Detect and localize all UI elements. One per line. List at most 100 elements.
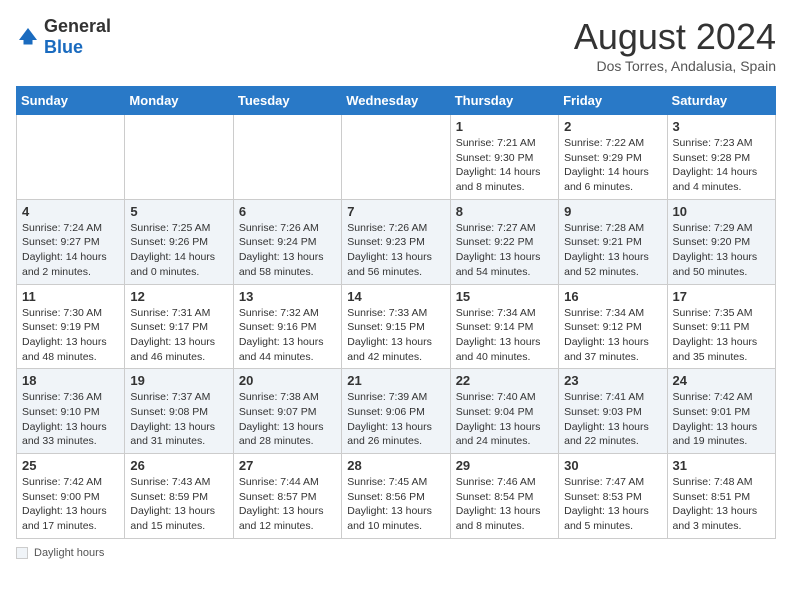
day-info: Sunrise: 7:22 AM Sunset: 9:29 PM Dayligh… [564, 136, 661, 195]
calendar-cell: 18Sunrise: 7:36 AM Sunset: 9:10 PM Dayli… [17, 369, 125, 454]
day-info: Sunrise: 7:29 AM Sunset: 9:20 PM Dayligh… [673, 221, 770, 280]
calendar-cell: 24Sunrise: 7:42 AM Sunset: 9:01 PM Dayli… [667, 369, 775, 454]
calendar-cell: 12Sunrise: 7:31 AM Sunset: 9:17 PM Dayli… [125, 284, 233, 369]
dow-header-cell: Thursday [450, 87, 558, 115]
day-number: 21 [347, 373, 444, 388]
logo-general-text: General [44, 16, 111, 36]
day-info: Sunrise: 7:27 AM Sunset: 9:22 PM Dayligh… [456, 221, 553, 280]
day-info: Sunrise: 7:28 AM Sunset: 9:21 PM Dayligh… [564, 221, 661, 280]
day-number: 27 [239, 458, 336, 473]
days-of-week-header: SundayMondayTuesdayWednesdayThursdayFrid… [17, 87, 776, 115]
calendar-cell: 6 Sunrise: 7:26 AM Sunset: 9:24 PM Daylig… [233, 199, 341, 284]
day-number: 5 [130, 204, 227, 219]
calendar-cell: 13 Sunrise: 7:32 AM Sunset: 9:16 PM Dayli… [233, 284, 341, 369]
day-info: Sunrise: 7:26 AM Sunset: 9:24 PM Dayligh… [239, 221, 336, 280]
day-number: 19 [130, 373, 227, 388]
day-info: Sunrise: 7:24 AM Sunset: 9:27 PM Dayligh… [22, 221, 119, 280]
day-info: Sunrise: 7:34 AM Sunset: 9:14 PM Dayligh… [456, 306, 553, 365]
calendar-cell: 20 Sunrise: 7:38 AM Sunset: 9:07 PM Dayli… [233, 369, 341, 454]
calendar-cell: 23 Sunrise: 7:41 AM Sunset: 9:03 PM Dayli… [559, 369, 667, 454]
day-number: 28 [347, 458, 444, 473]
month-year-title: August 2024 [574, 16, 776, 58]
day-number: 4 [22, 204, 119, 219]
day-number: 17 [673, 289, 770, 304]
calendar-cell: 8 Sunrise: 7:27 AM Sunset: 9:22 PM Daylig… [450, 199, 558, 284]
calendar-cell: 14 Sunrise: 7:33 AM Sunset: 9:15 PM Dayli… [342, 284, 450, 369]
calendar-table: SundayMondayTuesdayWednesdayThursdayFrid… [16, 86, 776, 539]
location-subtitle: Dos Torres, Andalusia, Spain [574, 58, 776, 74]
logo-blue-text: Blue [44, 37, 83, 57]
dow-header-cell: Tuesday [233, 87, 341, 115]
calendar-cell [233, 115, 341, 200]
calendar-body: 1Sunrise: 7:21 AM Sunset: 9:30 PM Daylig… [17, 115, 776, 539]
calendar-cell: 25 Sunrise: 7:42 AM Sunset: 9:00 PM Dayli… [17, 454, 125, 539]
calendar-cell: 26Sunrise: 7:43 AM Sunset: 8:59 PM Dayli… [125, 454, 233, 539]
calendar-cell: 17 Sunrise: 7:35 AM Sunset: 9:11 PM Dayli… [667, 284, 775, 369]
day-number: 20 [239, 373, 336, 388]
generalblue-logo-icon [16, 25, 40, 49]
day-number: 23 [564, 373, 661, 388]
day-info: Sunrise: 7:35 AM Sunset: 9:11 PM Dayligh… [673, 306, 770, 365]
calendar-cell [342, 115, 450, 200]
calendar-cell: 1Sunrise: 7:21 AM Sunset: 9:30 PM Daylig… [450, 115, 558, 200]
day-number: 10 [673, 204, 770, 219]
day-number: 18 [22, 373, 119, 388]
day-number: 13 [239, 289, 336, 304]
day-number: 14 [347, 289, 444, 304]
day-info: Sunrise: 7:48 AM Sunset: 8:51 PM Dayligh… [673, 475, 770, 534]
daylight-swatch [16, 547, 28, 559]
calendar-cell: 4 Sunrise: 7:24 AM Sunset: 9:27 PM Daylig… [17, 199, 125, 284]
day-info: Sunrise: 7:38 AM Sunset: 9:07 PM Dayligh… [239, 390, 336, 449]
calendar-cell: 7Sunrise: 7:26 AM Sunset: 9:23 PM Daylig… [342, 199, 450, 284]
calendar-cell: 5 Sunrise: 7:25 AM Sunset: 9:26 PM Daylig… [125, 199, 233, 284]
calendar-cell: 15Sunrise: 7:34 AM Sunset: 9:14 PM Dayli… [450, 284, 558, 369]
calendar-cell: 16 Sunrise: 7:34 AM Sunset: 9:12 PM Dayli… [559, 284, 667, 369]
day-info: Sunrise: 7:25 AM Sunset: 9:26 PM Dayligh… [130, 221, 227, 280]
day-info: Sunrise: 7:34 AM Sunset: 9:12 PM Dayligh… [564, 306, 661, 365]
calendar-cell: 19 Sunrise: 7:37 AM Sunset: 9:08 PM Dayli… [125, 369, 233, 454]
logo: General Blue [16, 16, 111, 58]
day-number: 16 [564, 289, 661, 304]
day-info: Sunrise: 7:47 AM Sunset: 8:53 PM Dayligh… [564, 475, 661, 534]
day-info: Sunrise: 7:46 AM Sunset: 8:54 PM Dayligh… [456, 475, 553, 534]
day-info: Sunrise: 7:39 AM Sunset: 9:06 PM Dayligh… [347, 390, 444, 449]
calendar-week-row: 25 Sunrise: 7:42 AM Sunset: 9:00 PM Dayli… [17, 454, 776, 539]
day-number: 8 [456, 204, 553, 219]
day-info: Sunrise: 7:23 AM Sunset: 9:28 PM Dayligh… [673, 136, 770, 195]
title-area: August 2024 Dos Torres, Andalusia, Spain [574, 16, 776, 74]
calendar-cell: 30Sunrise: 7:47 AM Sunset: 8:53 PM Dayli… [559, 454, 667, 539]
day-info: Sunrise: 7:32 AM Sunset: 9:16 PM Dayligh… [239, 306, 336, 365]
calendar-cell: 2 Sunrise: 7:22 AM Sunset: 9:29 PM Daylig… [559, 115, 667, 200]
day-number: 12 [130, 289, 227, 304]
day-info: Sunrise: 7:37 AM Sunset: 9:08 PM Dayligh… [130, 390, 227, 449]
calendar-cell: 28Sunrise: 7:45 AM Sunset: 8:56 PM Dayli… [342, 454, 450, 539]
day-number: 11 [22, 289, 119, 304]
dow-header-cell: Monday [125, 87, 233, 115]
day-info: Sunrise: 7:44 AM Sunset: 8:57 PM Dayligh… [239, 475, 336, 534]
day-info: Sunrise: 7:41 AM Sunset: 9:03 PM Dayligh… [564, 390, 661, 449]
day-info: Sunrise: 7:40 AM Sunset: 9:04 PM Dayligh… [456, 390, 553, 449]
day-info: Sunrise: 7:42 AM Sunset: 9:00 PM Dayligh… [22, 475, 119, 534]
day-number: 22 [456, 373, 553, 388]
day-number: 6 [239, 204, 336, 219]
calendar-cell: 31Sunrise: 7:48 AM Sunset: 8:51 PM Dayli… [667, 454, 775, 539]
calendar-week-row: 1Sunrise: 7:21 AM Sunset: 9:30 PM Daylig… [17, 115, 776, 200]
calendar-cell [125, 115, 233, 200]
day-info: Sunrise: 7:42 AM Sunset: 9:01 PM Dayligh… [673, 390, 770, 449]
calendar-week-row: 11 Sunrise: 7:30 AM Sunset: 9:19 PM Dayli… [17, 284, 776, 369]
calendar-cell: 11 Sunrise: 7:30 AM Sunset: 9:19 PM Dayli… [17, 284, 125, 369]
calendar-cell: 3Sunrise: 7:23 AM Sunset: 9:28 PM Daylig… [667, 115, 775, 200]
calendar-cell: 21 Sunrise: 7:39 AM Sunset: 9:06 PM Dayli… [342, 369, 450, 454]
day-info: Sunrise: 7:33 AM Sunset: 9:15 PM Dayligh… [347, 306, 444, 365]
calendar-cell: 29Sunrise: 7:46 AM Sunset: 8:54 PM Dayli… [450, 454, 558, 539]
day-number: 25 [22, 458, 119, 473]
day-info: Sunrise: 7:30 AM Sunset: 9:19 PM Dayligh… [22, 306, 119, 365]
footer-note: Daylight hours [16, 547, 776, 559]
day-number: 2 [564, 119, 661, 134]
page-header: General Blue August 2024 Dos Torres, And… [16, 16, 776, 74]
calendar-cell: 9Sunrise: 7:28 AM Sunset: 9:21 PM Daylig… [559, 199, 667, 284]
dow-header-cell: Friday [559, 87, 667, 115]
calendar-week-row: 4 Sunrise: 7:24 AM Sunset: 9:27 PM Daylig… [17, 199, 776, 284]
calendar-cell [17, 115, 125, 200]
calendar-week-row: 18Sunrise: 7:36 AM Sunset: 9:10 PM Dayli… [17, 369, 776, 454]
